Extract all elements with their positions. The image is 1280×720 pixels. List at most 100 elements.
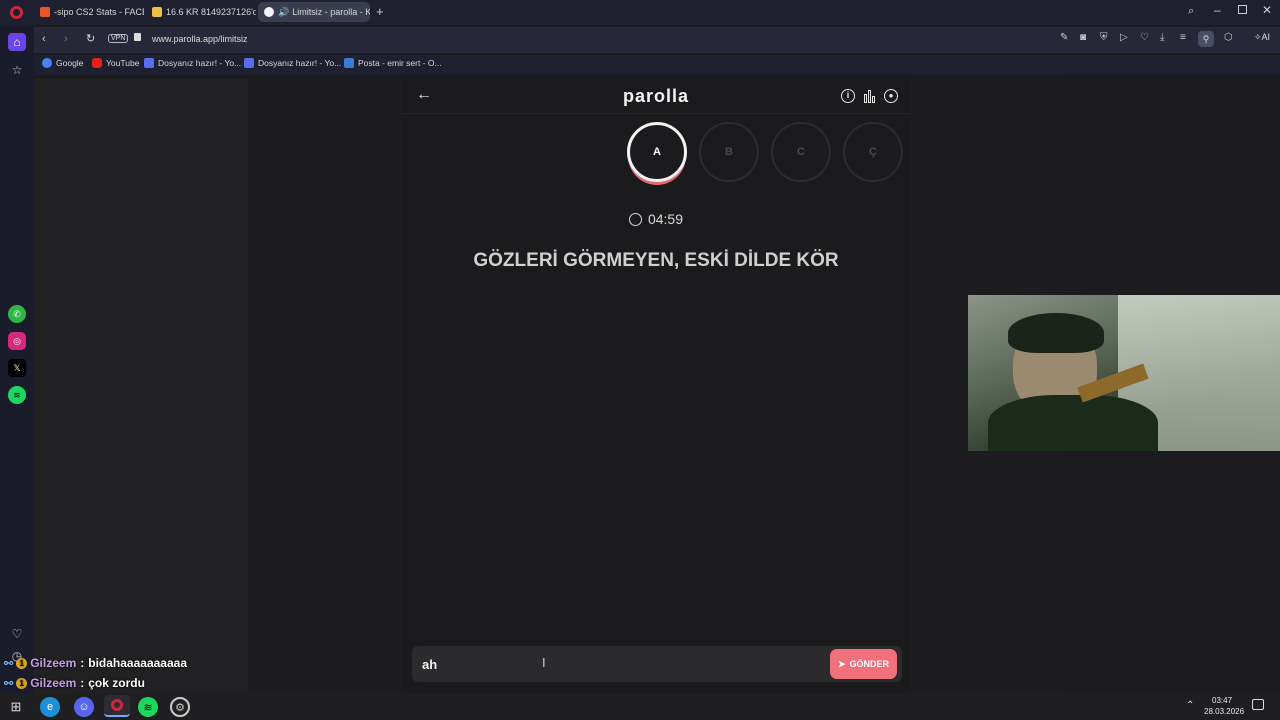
badge-icon: 1	[16, 657, 28, 669]
extensions-icon[interactable]: ⬡	[1224, 32, 1233, 43]
download-icon[interactable]: ⤓	[1160, 32, 1164, 43]
instagram-icon[interactable]: ◎	[8, 332, 26, 350]
lock-icon	[134, 33, 141, 41]
url-field[interactable]: www.parolla.app/limitsiz	[152, 34, 248, 44]
chat-separator: :	[80, 676, 85, 690]
chat-text: çok zordu	[88, 676, 145, 690]
bookmarks-bar: Google YouTube Dosyanız hazır! - Yo... D…	[34, 55, 1280, 75]
link-icon: ⚯	[4, 657, 14, 670]
webcam-overlay	[968, 295, 1280, 451]
shield-icon[interactable]: ⛨	[1100, 32, 1108, 43]
ai-button[interactable]: ✧AI	[1254, 32, 1270, 43]
clock-time[interactable]: 03:47	[1212, 696, 1232, 705]
steam-icon[interactable]: ⚙	[170, 697, 190, 717]
chat-separator: :	[80, 656, 85, 670]
bookmark-youtube[interactable]: YouTube	[92, 58, 139, 68]
edit-icon[interactable]: ✎	[1060, 32, 1068, 43]
tab-faceit[interactable]: -sipo CS2 Stats - FACEIT.c	[34, 2, 144, 22]
letter: A	[653, 146, 661, 158]
tab-offer[interactable]: 16.6 KR 8149237126'de P	[146, 2, 256, 22]
v-logo-icon	[152, 7, 162, 17]
link-icon: ⚯	[4, 677, 14, 690]
stats-bar	[872, 96, 875, 103]
mail-icon	[344, 58, 354, 68]
google-icon	[42, 58, 52, 68]
heart-bookmark-icon[interactable]: ♡	[1140, 32, 1149, 43]
opera-icon[interactable]	[104, 695, 130, 717]
bookmark-label: Posta - emir sert - O...	[358, 58, 442, 68]
stats-icon[interactable]	[863, 89, 877, 103]
forward-icon[interactable]: ›	[64, 33, 68, 45]
clock-icon	[628, 213, 642, 226]
search-tabs-icon[interactable]: ⌕	[1188, 5, 1194, 18]
notification-icon[interactable]	[1252, 699, 1264, 710]
app-title: parolla	[622, 86, 690, 106]
bookmark-dosya-2[interactable]: Dosyanız hazır! - Yo...	[244, 58, 341, 68]
spotify-icon[interactable]: ≋	[8, 386, 26, 404]
edge-icon[interactable]: e	[40, 697, 60, 717]
submit-label: GÖNDER	[849, 659, 890, 669]
letter: C	[797, 146, 805, 158]
opera-logo-icon[interactable]	[10, 6, 23, 19]
chat-message: ⚯ 1 Gilzeem : bidahaaaaaaaaaa	[4, 656, 187, 670]
submit-button[interactable]: ➤ GÖNDER	[830, 649, 897, 679]
opera-ring	[111, 699, 123, 711]
discord-icon[interactable]: ☺	[74, 697, 94, 717]
chat-message: ⚯ 1 Gilzeem : çok zordu	[4, 676, 145, 690]
tab-parolla[interactable]: 🔊 Limitsiz - parolla - Ke	[258, 2, 370, 22]
star-icon[interactable]: ☆	[8, 61, 26, 79]
webcam-person-body	[988, 395, 1158, 451]
info-icon[interactable]: i	[841, 89, 855, 103]
bookmark-label: Dosyanız hazır! - Yo...	[258, 58, 342, 68]
address-bar: ‹ › ↻ VPN www.parolla.app/limitsiz ✎ ◙ ⛨…	[34, 27, 1280, 53]
ai-label: AI	[1261, 32, 1271, 42]
bookmark-label: Dosyanız hazır! - Yo...	[158, 58, 242, 68]
close-window-button[interactable]: ✕	[1262, 3, 1272, 17]
letter-circle: B	[699, 122, 759, 182]
chat-text: bidahaaaaaaaaaa	[88, 656, 187, 670]
letter-circle: Ç	[843, 122, 903, 182]
new-tab-button[interactable]: +	[376, 4, 384, 19]
camera-icon[interactable]: ◙	[1080, 32, 1086, 43]
menu-icon[interactable]: ≡	[1180, 32, 1186, 43]
spotify-taskbar-icon[interactable]: ≋	[138, 697, 158, 717]
bookmark-posta[interactable]: Posta - emir sert - O...	[344, 58, 442, 68]
tab-title: Limitsiz - parolla - Ke	[292, 7, 370, 17]
x-icon[interactable]: 𝕏	[8, 359, 26, 377]
bookmark-label: YouTube	[106, 58, 140, 68]
whatsapp-icon[interactable]: ✆	[8, 305, 26, 323]
game-container: ← parolla i ● A B C Ç 04:59 GÖZLERİ GÖRM…	[402, 78, 910, 693]
home-icon[interactable]: ⌂	[8, 33, 26, 51]
left-panel	[34, 78, 248, 693]
profile-icon[interactable]: ⚲	[1198, 31, 1214, 47]
account-icon[interactable]: ●	[884, 89, 898, 103]
windows-start-icon[interactable]: ⊞	[6, 697, 26, 717]
tab-title: -sipo CS2 Stats - FACEIT.c	[54, 7, 144, 17]
maximize-button[interactable]	[1238, 5, 1247, 14]
reload-icon[interactable]: ↻	[86, 32, 95, 45]
answer-input[interactable]	[422, 654, 802, 674]
vpn-badge[interactable]: VPN	[108, 34, 129, 43]
text-cursor-icon: I	[542, 655, 546, 670]
tray-chevron-icon[interactable]: ⌃	[1186, 700, 1194, 711]
bookmark-dosya-1[interactable]: Dosyanız hazır! - Yo...	[144, 58, 241, 68]
badge-icon: 1	[16, 677, 28, 689]
back-icon[interactable]: ‹	[42, 33, 46, 45]
chat-username: Gilzeem	[30, 676, 77, 690]
timer-value: 04:59	[647, 211, 684, 227]
minimize-button[interactable]: –	[1214, 3, 1221, 17]
stats-bar	[868, 90, 871, 103]
header-divider	[402, 113, 910, 114]
tab-bar: -sipo CS2 Stats - FACEIT.c 16.6 KR 81492…	[0, 0, 1280, 25]
letter-circle-active: A	[627, 122, 687, 182]
chat-username: Gilzeem	[30, 656, 77, 670]
file-icon	[244, 58, 254, 68]
letter: B	[725, 146, 733, 158]
heart-icon[interactable]: ♡	[8, 625, 26, 643]
speaker-icon[interactable]: 🔊	[278, 7, 289, 18]
file-icon	[144, 58, 154, 68]
question-text: GÖZLERİ GÖRMEYEN, ESKİ DİLDE KÖR	[473, 250, 839, 271]
clock-date[interactable]: 28.03.2026	[1204, 707, 1244, 716]
bookmark-google[interactable]: Google	[42, 58, 83, 68]
play-icon[interactable]: ▷	[1120, 32, 1128, 43]
